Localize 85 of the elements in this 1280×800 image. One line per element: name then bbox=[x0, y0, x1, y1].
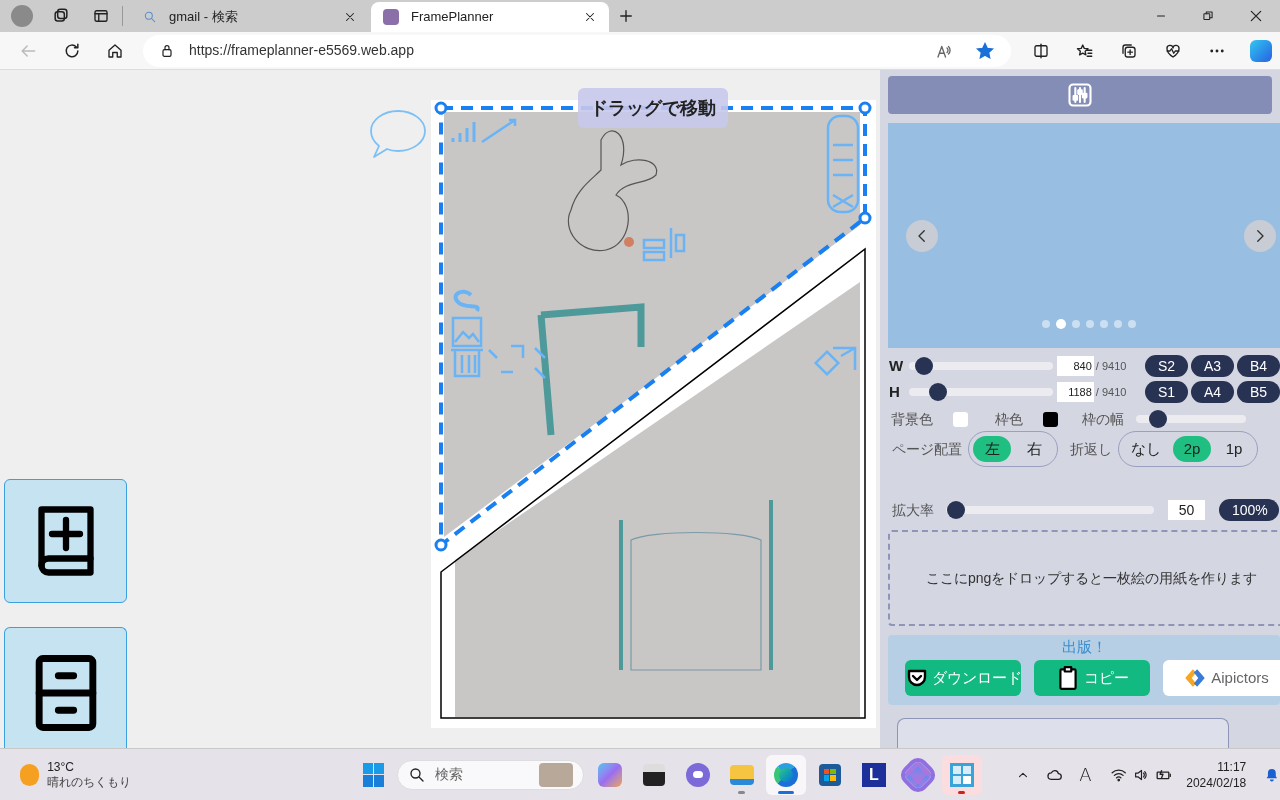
publish-button[interactable]: Aipictors bbox=[1163, 660, 1280, 696]
favorite-star-icon[interactable] bbox=[975, 40, 995, 61]
slider[interactable] bbox=[909, 383, 1054, 401]
slider[interactable] bbox=[909, 357, 1054, 375]
clock[interactable]: 11:17 2024/02/18 bbox=[1186, 758, 1247, 791]
slider-thumb[interactable] bbox=[947, 501, 966, 519]
sliders-icon bbox=[1066, 81, 1094, 109]
new-tab-icon[interactable] bbox=[617, 7, 635, 25]
resize-handle[interactable] bbox=[434, 538, 448, 552]
profile-avatar[interactable] bbox=[11, 5, 33, 27]
toggle-option[interactable]: 左 bbox=[973, 436, 1011, 462]
size-preset-button[interactable]: B4 bbox=[1237, 355, 1280, 377]
size-input[interactable]: 1188 bbox=[1057, 382, 1094, 402]
zoom-input[interactable]: 50 bbox=[1168, 500, 1205, 520]
border-width-label: 枠の幅 bbox=[1082, 409, 1124, 429]
color-swatch[interactable] bbox=[953, 411, 968, 427]
size-max-label: / 9410 bbox=[1095, 384, 1128, 400]
taskbar-app[interactable]: L bbox=[853, 754, 894, 795]
weather-description: 晴れのちくもり bbox=[47, 774, 132, 790]
cabinet-button[interactable] bbox=[4, 627, 127, 748]
new-book-button[interactable] bbox=[4, 479, 127, 603]
size-preset-button[interactable]: S1 bbox=[1145, 381, 1188, 403]
ime-indicator[interactable]: A bbox=[1079, 761, 1092, 788]
reset-zoom-button[interactable]: 100% bbox=[1219, 499, 1279, 521]
resize-handle[interactable] bbox=[858, 211, 872, 225]
publish-title: 出版！ bbox=[1061, 637, 1107, 657]
size-preset-button[interactable]: B5 bbox=[1237, 381, 1280, 403]
slider-thumb[interactable] bbox=[1149, 410, 1167, 428]
store-icon[interactable] bbox=[818, 763, 841, 786]
split-screen-icon[interactable] bbox=[1032, 41, 1050, 60]
close-icon[interactable] bbox=[583, 10, 597, 24]
drop-zone[interactable]: ここにpngをドロップすると一枚絵の用紙を作ります bbox=[888, 530, 1280, 626]
clock-date: 2024/02/18 bbox=[1186, 774, 1247, 791]
toggle-option[interactable]: 右 bbox=[1015, 436, 1053, 462]
app-letter-icon[interactable]: L bbox=[861, 762, 886, 787]
color-label: 枠色 bbox=[995, 409, 1023, 429]
folder-icon[interactable] bbox=[729, 764, 754, 785]
color-label: 背景色 bbox=[891, 409, 933, 429]
size-max-label: / 9410 bbox=[1095, 358, 1128, 374]
browser-tab[interactable]: gmail - 検索 bbox=[131, 2, 369, 32]
previous-button[interactable] bbox=[906, 220, 938, 252]
url-text: https://frameplanner-e5569.web.app bbox=[189, 41, 414, 60]
resize-handle[interactable] bbox=[858, 101, 872, 115]
close-icon[interactable] bbox=[1248, 8, 1264, 24]
close-icon[interactable] bbox=[343, 10, 357, 24]
lock-icon bbox=[159, 42, 175, 59]
next-button[interactable] bbox=[1244, 220, 1276, 252]
restore-icon[interactable] bbox=[1201, 9, 1215, 23]
toggle-option[interactable]: 2p bbox=[1173, 436, 1211, 462]
dimension-label: H bbox=[888, 381, 901, 402]
size-preset-button[interactable]: A4 bbox=[1191, 381, 1234, 403]
size-preset-button[interactable]: S2 bbox=[1145, 355, 1188, 377]
toggle-label: ページ配置 bbox=[892, 439, 962, 459]
color-swatch[interactable] bbox=[1043, 411, 1058, 427]
size-input[interactable]: 840 bbox=[1057, 356, 1094, 376]
weather-temperature: 13°C bbox=[47, 759, 75, 775]
slider-thumb[interactable] bbox=[929, 383, 948, 401]
zoom-label: 拡大率 bbox=[892, 500, 934, 520]
size-preset-button[interactable]: A3 bbox=[1191, 355, 1234, 377]
slider-thumb[interactable] bbox=[914, 357, 933, 375]
dimension-label: W bbox=[888, 355, 905, 376]
browser-icon[interactable] bbox=[773, 762, 798, 787]
taskbar-search[interactable]: 検索 bbox=[397, 759, 584, 790]
frameplanner-icon[interactable] bbox=[949, 762, 974, 787]
toggle-option[interactable]: 1p bbox=[1215, 436, 1253, 462]
slider[interactable] bbox=[1136, 410, 1246, 428]
collections-icon[interactable] bbox=[1120, 41, 1138, 60]
app-tile-icon[interactable] bbox=[642, 763, 665, 786]
search-placeholder: 検索 bbox=[435, 765, 464, 784]
video-chat-icon[interactable] bbox=[685, 762, 710, 787]
copilot-icon[interactable] bbox=[1250, 39, 1272, 62]
resize-handle[interactable] bbox=[434, 101, 448, 115]
site-favicon bbox=[383, 9, 399, 25]
toggle-option[interactable]: なし bbox=[1123, 436, 1169, 462]
clock-time: 11:17 bbox=[1217, 758, 1247, 775]
slider[interactable] bbox=[946, 501, 1154, 519]
search-icon bbox=[143, 10, 157, 24]
copilot-icon[interactable] bbox=[597, 762, 622, 787]
toggle-label: 折返し bbox=[1070, 439, 1112, 459]
address-bar[interactable]: https://frameplanner-e5569.web.app bbox=[143, 34, 1011, 67]
tab-actions-icon[interactable] bbox=[92, 7, 110, 25]
drag-hint[interactable]: ドラッグで移動 bbox=[578, 88, 728, 128]
favorites-icon[interactable] bbox=[1076, 41, 1094, 60]
browser-tab[interactable]: FramePlanner bbox=[371, 2, 609, 32]
start-button[interactable] bbox=[363, 762, 385, 787]
